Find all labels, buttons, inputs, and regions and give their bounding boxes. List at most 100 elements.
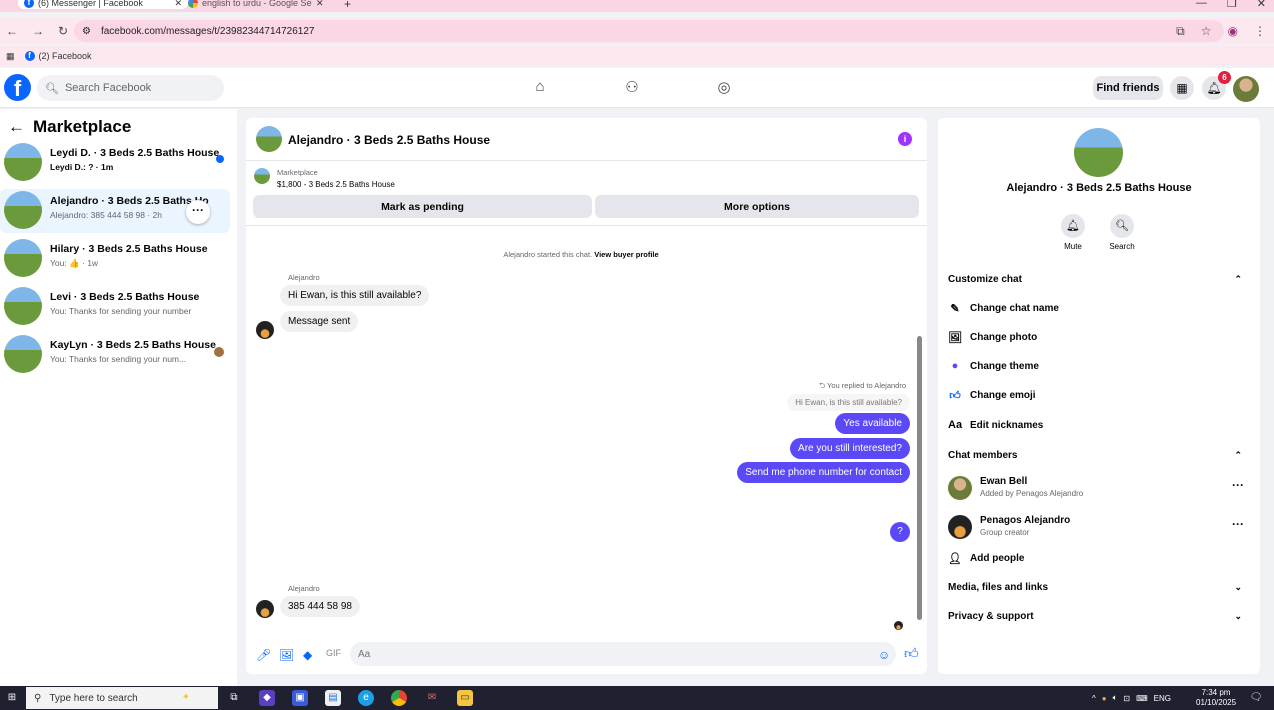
view-buyer-profile-link[interactable]: View buyer profile: [594, 250, 658, 259]
language-label[interactable]: ENG: [1154, 694, 1171, 703]
install-app-icon[interactable]: ⧉: [1176, 24, 1185, 39]
outgoing-message[interactable]: ?: [890, 522, 910, 542]
search-facebook-field[interactable]: 🔍︎ Search Facebook: [37, 75, 224, 101]
quoted-message[interactable]: Hi Ewan, is this still available?: [787, 394, 910, 411]
copilot-sparkle-icon[interactable]: ✦: [178, 690, 194, 706]
conversation-item[interactable]: KayLyn · 3 Beds 2.5 Baths House You: Tha…: [0, 333, 230, 377]
menu-grid-icon[interactable]: ▦: [1170, 76, 1194, 100]
conversation-item[interactable]: Leydi D. · 3 Beds 2.5 Baths House Leydi …: [0, 141, 230, 185]
apps-grid-icon[interactable]: ▦: [6, 51, 15, 62]
member-row[interactable]: Ewan Bell Added by Penagos Alejandro ···: [948, 474, 1248, 502]
windows-start-icon[interactable]: ⊞: [4, 690, 20, 706]
home-icon[interactable]: ⌂: [530, 78, 550, 98]
outgoing-message[interactable]: Send me phone number for contact: [737, 462, 910, 483]
bookmark-star-icon[interactable]: ☆: [1201, 24, 1212, 39]
notification-center-icon[interactable]: 🗨︎2: [1248, 690, 1264, 706]
close-tab-icon[interactable]: ✕: [316, 0, 324, 9]
tab-messenger[interactable]: f (6) Messenger | Facebook ✕: [18, 0, 188, 9]
menu-dots-icon[interactable]: ⋮: [1254, 24, 1266, 39]
search-icon[interactable]: 🔍︎: [1110, 214, 1134, 238]
copilot-app-icon[interactable]: ◆: [259, 690, 275, 706]
chat-members-section[interactable]: Chat members ⌃: [948, 450, 1248, 461]
mute-bell-icon[interactable]: 🔔︎: [1061, 214, 1085, 238]
chat-panel: Alejandro · 3 Beds 2.5 Baths House i Mar…: [246, 118, 927, 674]
minimize-icon[interactable]: —: [1196, 0, 1207, 10]
change-chat-name-item[interactable]: ✎ Change chat name: [948, 302, 1059, 315]
member-subtitle: Added by Penagos Alejandro: [980, 489, 1084, 498]
edit-nicknames-item[interactable]: Aa Edit nicknames: [948, 419, 1043, 431]
back-icon[interactable]: ←: [6, 24, 18, 38]
info-icon[interactable]: i: [898, 132, 912, 146]
change-emoji-item[interactable]: 👍︎ Change emoji: [948, 389, 1035, 402]
taskbar-clock[interactable]: 7:34 pm 01/10/2025: [1196, 688, 1236, 708]
profile-icon[interactable]: ◉: [1228, 24, 1238, 39]
new-tab-icon[interactable]: +: [344, 0, 351, 11]
show-hidden-icons-icon[interactable]: ^: [1092, 694, 1096, 703]
mark-as-pending-button[interactable]: Mark as pending: [253, 195, 592, 218]
conversation-more-icon[interactable]: ···: [186, 200, 210, 224]
edge-icon[interactable]: e: [358, 690, 374, 706]
site-info-icon[interactable]: ⚙: [82, 26, 91, 37]
volume-icon[interactable]: 🔈︎: [1113, 693, 1118, 703]
outgoing-message[interactable]: Yes available: [835, 413, 910, 434]
gif-icon[interactable]: GIF: [326, 648, 341, 658]
reload-icon[interactable]: ↻: [58, 24, 68, 38]
photo-icon[interactable]: 🖼︎: [279, 648, 294, 662]
weather-icon[interactable]: ●: [1102, 694, 1107, 703]
sender-avatar[interactable]: [256, 321, 274, 339]
media-files-section[interactable]: Media, files and links ⌄: [948, 582, 1248, 593]
chat-title[interactable]: Alejandro · 3 Beds 2.5 Baths House: [288, 133, 490, 147]
incoming-message[interactable]: 385 444 58 98: [280, 596, 360, 617]
outgoing-message[interactable]: Are you still interested?: [790, 438, 910, 459]
task-view-icon[interactable]: ⧉: [226, 690, 242, 706]
change-chat-name-label: Change chat name: [970, 303, 1059, 314]
microphone-icon[interactable]: 🎤︎: [256, 648, 271, 662]
add-people-item[interactable]: 👤︎ Add people: [948, 552, 1024, 565]
conversation-item-active[interactable]: Alejandro · 3 Beds 2.5 Baths Ho Alejandr…: [0, 189, 230, 233]
profile-avatar[interactable]: [1233, 76, 1259, 102]
conversation-item[interactable]: Levi · 3 Beds 2.5 Baths House You: Thank…: [0, 285, 230, 329]
like-thumb-icon[interactable]: 👍︎: [904, 645, 919, 662]
save-disk-icon[interactable]: ▣: [292, 690, 308, 706]
url-field[interactable]: ⚙ facebook.com/messages/t/23982344714726…: [74, 20, 1224, 42]
incoming-message[interactable]: Hi Ewan, is this still available?: [280, 285, 430, 306]
privacy-support-section[interactable]: Privacy & support ⌄: [948, 611, 1248, 622]
member-more-icon[interactable]: ···: [1232, 517, 1244, 531]
conversation-item[interactable]: Hilary · 3 Beds 2.5 Baths House You: 👍 ·…: [0, 237, 230, 281]
chevron-down-icon: ⌄: [1234, 611, 1242, 621]
incoming-message[interactable]: Message sent: [280, 311, 359, 332]
more-options-button[interactable]: More options: [595, 195, 919, 218]
change-theme-item[interactable]: ● Change theme: [948, 360, 1039, 372]
listing-thumbnail[interactable]: [254, 168, 270, 184]
friends-icon[interactable]: ⚇: [622, 78, 642, 98]
customize-chat-section[interactable]: Customize chat ⌃: [948, 274, 1248, 285]
member-row[interactable]: Penagos Alejandro Group creator ···: [948, 513, 1248, 541]
find-friends-button[interactable]: Find friends: [1093, 76, 1163, 100]
facebook-logo-icon[interactable]: f: [4, 74, 31, 101]
message-input[interactable]: [350, 642, 896, 666]
listing-title[interactable]: $1,800 - 3 Beds 2.5 Baths House: [277, 180, 395, 189]
tab-google[interactable]: english to urdu - Google Search ✕: [182, 0, 332, 9]
scrollbar-thumb[interactable]: [917, 336, 922, 620]
bookmark-facebook[interactable]: f (2) Facebook: [24, 51, 92, 61]
emoji-icon[interactable]: ☺: [878, 648, 890, 662]
store-icon[interactable]: ▤: [325, 690, 341, 706]
language-layout-icon[interactable]: ⌨: [1136, 694, 1148, 703]
sender-avatar[interactable]: [256, 600, 274, 618]
sticker-icon[interactable]: ◆: [303, 648, 312, 662]
network-icon[interactable]: ⊡: [1123, 694, 1130, 703]
groups-icon[interactable]: ◎: [714, 78, 734, 98]
back-arrow-icon[interactable]: ←: [8, 117, 25, 137]
chat-avatar[interactable]: [256, 126, 282, 152]
maximize-icon[interactable]: ❐: [1227, 0, 1237, 10]
member-more-icon[interactable]: ···: [1232, 478, 1244, 492]
app-icon[interactable]: ✉: [424, 690, 440, 706]
forward-icon[interactable]: →: [32, 24, 44, 38]
file-explorer-icon[interactable]: ▭: [457, 690, 473, 706]
change-photo-item[interactable]: 🖼︎ Change photo: [948, 331, 1037, 344]
windows-taskbar: ⊞ ⚲ Type here to search ✦ ⧉ ◆ ▣ ▤ e ✉ ▭ …: [0, 686, 1274, 710]
chrome-icon[interactable]: [391, 690, 407, 706]
close-window-icon[interactable]: ✕: [1257, 0, 1266, 10]
chat-scrollbar[interactable]: [917, 236, 922, 622]
close-tab-icon[interactable]: ✕: [174, 0, 182, 9]
